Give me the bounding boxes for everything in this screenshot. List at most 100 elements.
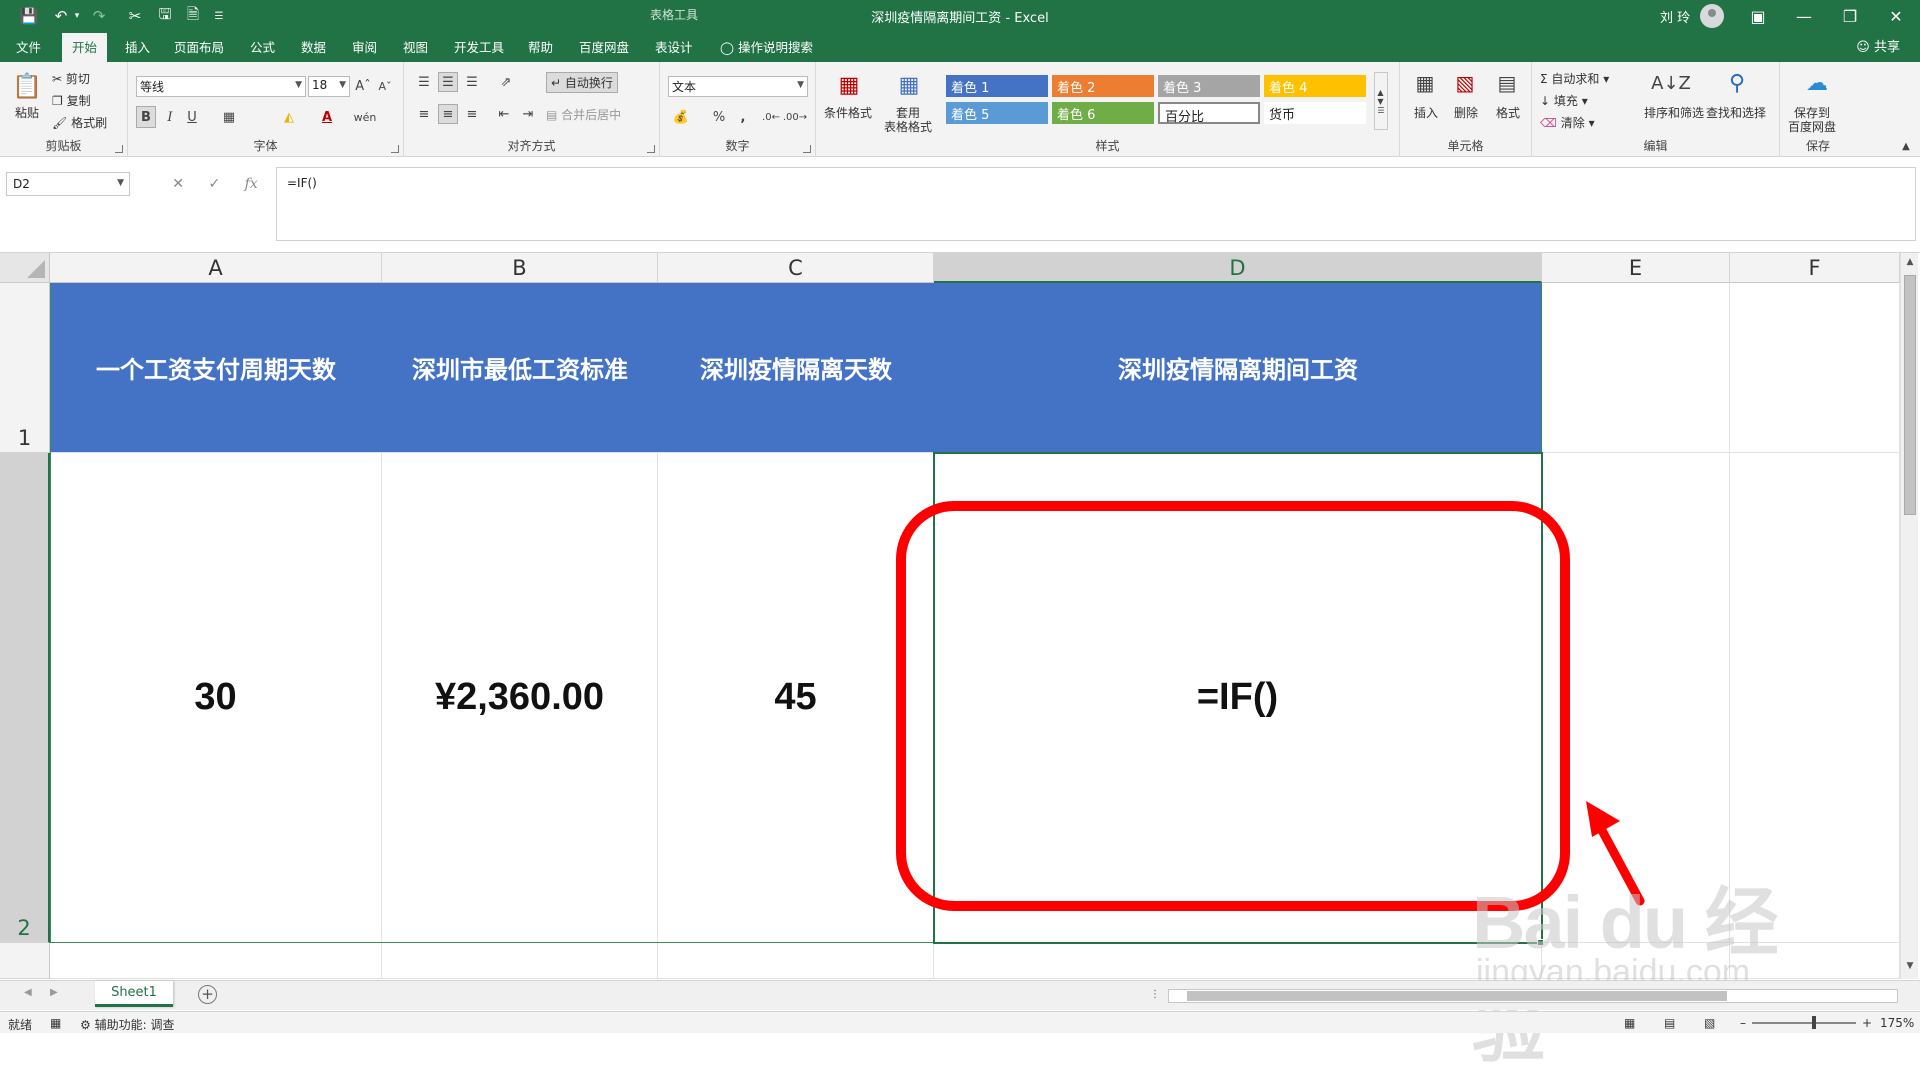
column-header-a[interactable]: A (50, 253, 382, 283)
column-header-b[interactable]: B (382, 253, 658, 283)
cell-d3[interactable] (934, 943, 1542, 979)
cancel-icon[interactable]: ✕ (172, 176, 184, 192)
increase-font-icon[interactable]: Aˆ (354, 76, 372, 97)
tab-help[interactable]: 帮助 (518, 33, 563, 62)
cell-f2[interactable] (1730, 453, 1900, 943)
save-to-baidu-label-2[interactable]: 百度网盘 (1788, 118, 1836, 135)
close-icon[interactable]: ✕ (1873, 0, 1919, 33)
style-accent-4[interactable]: 着色 4 (1264, 75, 1366, 97)
restore-icon[interactable]: ❐ (1827, 0, 1873, 33)
fill-color-icon[interactable]: ◭ (278, 106, 300, 128)
tab-view[interactable]: 视图 (393, 33, 438, 62)
align-top-icon[interactable]: ☰ (414, 72, 434, 92)
zoom-level[interactable]: 175% (1880, 1016, 1914, 1030)
cut-button[interactable]: ✂ 剪切 (52, 70, 90, 87)
tab-file[interactable]: 文件 (6, 33, 51, 62)
normal-view-icon[interactable]: ▦ (1624, 1016, 1635, 1030)
insert-cells-button[interactable]: 插入 (1414, 104, 1438, 121)
column-header-c[interactable]: C (658, 253, 934, 283)
bold-icon[interactable]: B (136, 106, 156, 128)
horizontal-scroll-thumb[interactable] (1187, 991, 1727, 1001)
format-as-table-label-2[interactable]: 表格格式 (884, 118, 932, 135)
cell-e3[interactable] (1542, 943, 1730, 979)
merge-center-button[interactable]: ▤ 合并后居中 (546, 106, 621, 123)
insert-cells-icon[interactable]: ▦ (1410, 68, 1440, 98)
share-button[interactable]: ☺ 共享 (1856, 33, 1900, 62)
paste-button[interactable]: 粘贴 (15, 104, 39, 121)
style-accent-3[interactable]: 着色 3 (1158, 75, 1260, 97)
collapse-ribbon-icon[interactable]: ▲ (1898, 138, 1914, 154)
increase-indent-icon[interactable]: ⇥ (518, 104, 538, 124)
align-middle-icon[interactable]: ☰ (438, 72, 458, 92)
tab-page-layout[interactable]: 页面布局 (164, 33, 234, 62)
font-color-icon[interactable]: A (316, 106, 338, 128)
cloud-icon[interactable]: ☁ (1800, 68, 1834, 98)
add-sheet-icon[interactable]: + (198, 985, 217, 1004)
header-cell-d1[interactable]: 深圳疫情隔离期间工资 (934, 283, 1542, 453)
zoom-out-icon[interactable]: – (1740, 1016, 1746, 1030)
vertical-scrollbar[interactable]: ▲ ▼ (1900, 253, 1918, 979)
sheet-tab-sheet1[interactable]: Sheet1 (95, 981, 173, 1007)
style-percent[interactable]: 百分比 (1158, 102, 1260, 125)
search-icon[interactable]: ⚲ (1722, 68, 1752, 98)
dialog-launcher-icon[interactable] (647, 145, 655, 153)
cell-e1[interactable] (1542, 283, 1730, 453)
zoom-slider-thumb[interactable] (1812, 1016, 1816, 1029)
tab-data[interactable]: 数据 (291, 33, 336, 62)
format-cells-button[interactable]: 格式 (1496, 104, 1520, 121)
align-right-icon[interactable]: ≡ (462, 104, 482, 124)
borders-icon[interactable]: ▦ (218, 106, 240, 128)
tab-baidu-netdisk[interactable]: 百度网盘 (569, 33, 639, 62)
dialog-launcher-icon[interactable] (115, 145, 123, 153)
prev-sheet-icon[interactable]: ◀ (24, 987, 32, 998)
value-cell-c2[interactable]: 45 (658, 453, 934, 943)
paste-icon[interactable]: 📋 (12, 70, 42, 102)
value-cell-d2[interactable]: =IF() (934, 453, 1542, 943)
style-currency[interactable]: 货币 (1264, 102, 1366, 124)
header-cell-c1[interactable]: 深圳疫情隔离天数 (658, 283, 934, 453)
cell-e2[interactable] (1542, 453, 1730, 943)
font-size-select[interactable]: 18 ▼ (308, 76, 350, 97)
avatar[interactable] (1700, 4, 1724, 28)
row-header-2[interactable]: 2 (0, 453, 50, 943)
format-as-table-icon[interactable]: ▦ (892, 68, 926, 102)
fill-button[interactable]: ↓ 填充 ▾ (1540, 92, 1588, 109)
autosum-button[interactable]: Σ 自动求和 ▾ (1540, 70, 1609, 87)
wrap-text-button[interactable]: ↵ 自动换行 (546, 72, 618, 93)
find-select-button[interactable]: 查找和选择 (1706, 104, 1766, 121)
number-format-select[interactable]: 文本 ▼ (668, 76, 808, 97)
style-accent-2[interactable]: 着色 2 (1052, 75, 1154, 97)
column-header-d[interactable]: D (934, 253, 1542, 283)
page-break-view-icon[interactable]: ▧ (1704, 1016, 1715, 1030)
hscroll-options-icon[interactable]: ⋮ (1150, 989, 1160, 1000)
format-painter-button[interactable]: 🖌 格式刷 (52, 114, 107, 131)
zoom-slider[interactable] (1752, 1022, 1856, 1024)
tab-formulas[interactable]: 公式 (240, 33, 285, 62)
insert-function-icon[interactable]: fx (245, 176, 258, 192)
phonetic-icon[interactable]: wén (354, 106, 377, 128)
cell-a3[interactable] (50, 943, 382, 979)
tab-home[interactable]: 开始 (62, 33, 108, 62)
italic-icon[interactable]: I (160, 106, 180, 128)
scroll-down-icon[interactable]: ▼ (1904, 961, 1916, 975)
enter-icon[interactable]: ✓ (208, 176, 220, 192)
cell-f3[interactable] (1730, 943, 1900, 979)
next-sheet-icon[interactable]: ▶ (50, 987, 58, 998)
cell-f1[interactable] (1730, 283, 1900, 453)
select-all-button[interactable] (0, 253, 50, 283)
value-cell-b2[interactable]: ¥2,360.00 (382, 453, 658, 943)
conditional-formatting-icon[interactable]: ▦ (832, 68, 866, 102)
ribbon-display-icon[interactable]: ▣ (1735, 0, 1781, 33)
header-cell-b1[interactable]: 深圳市最低工资标准 (382, 283, 658, 453)
page-layout-view-icon[interactable]: ▤ (1664, 1016, 1675, 1030)
tab-review[interactable]: 审阅 (342, 33, 387, 62)
dialog-launcher-icon[interactable] (803, 145, 811, 153)
style-accent-6[interactable]: 着色 6 (1052, 102, 1154, 124)
fill-handle[interactable] (1537, 939, 1544, 946)
column-header-f[interactable]: F (1730, 253, 1900, 283)
delete-cells-icon[interactable]: ▧ (1450, 68, 1480, 98)
styles-scroll-icon[interactable]: ▲ ▼ ☰ (1374, 72, 1388, 130)
underline-icon[interactable]: U (182, 106, 202, 128)
decrease-decimal-icon[interactable]: .00→ (783, 106, 807, 128)
increase-decimal-icon[interactable]: .0← (760, 106, 782, 128)
